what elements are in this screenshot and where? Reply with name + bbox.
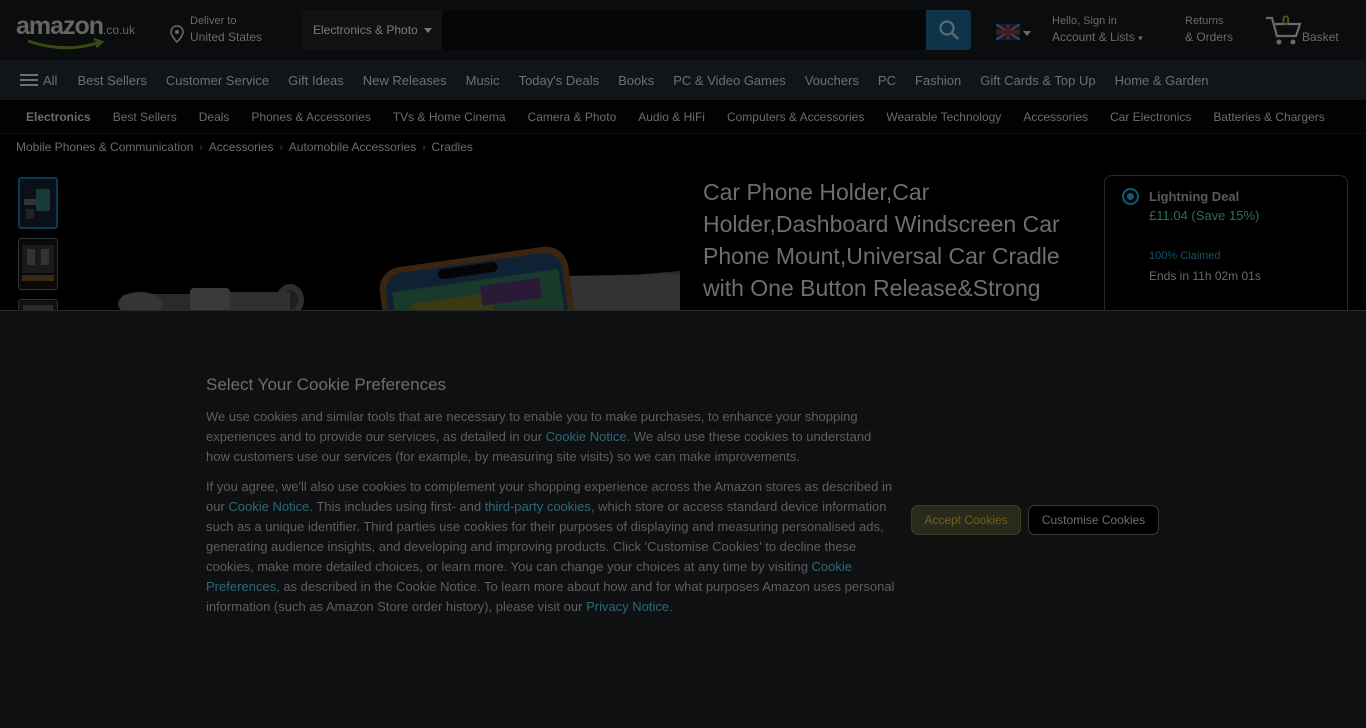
caret-down-icon bbox=[1023, 31, 1031, 36]
thumbnail-image bbox=[19, 239, 57, 289]
cookie-text-block: Select Your Cookie Preferences We use co… bbox=[206, 375, 896, 627]
accept-cookies-button[interactable]: Accept Cookies bbox=[911, 505, 1021, 535]
subnav-item[interactable]: Phones & Accessories bbox=[251, 110, 370, 124]
cookie-notice-link[interactable]: Cookie Notice bbox=[546, 429, 627, 444]
subnav-item[interactable]: Best Sellers bbox=[113, 110, 177, 124]
cookie-notice-link[interactable]: Cookie Notice bbox=[228, 499, 309, 514]
deal-countdown: Ends in 11h 02m 01s bbox=[1149, 269, 1261, 283]
search-bar: Electronics & Photo bbox=[302, 10, 971, 50]
subnav-item[interactable]: Wearable Technology bbox=[886, 110, 1001, 124]
returns-orders[interactable]: Returns & Orders bbox=[1185, 15, 1233, 44]
basket-label: Basket bbox=[1302, 30, 1339, 44]
top-header: amazon.co.uk Deliver to United States El… bbox=[0, 0, 1366, 60]
smile-icon bbox=[27, 38, 105, 50]
customise-cookies-button[interactable]: Customise Cookies bbox=[1028, 505, 1159, 535]
account-lists-label: Account & Lists ▾ bbox=[1052, 30, 1143, 44]
hamburger-icon bbox=[20, 74, 38, 86]
thumbnail-image bbox=[20, 179, 56, 227]
car-phone-holder-image bbox=[118, 246, 680, 311]
cookie-paragraph-2: If you agree, we'll also use cookies to … bbox=[206, 479, 895, 614]
breadcrumb-item[interactable]: Mobile Phones & Communication bbox=[16, 140, 193, 154]
cookie-paragraph-1: We use cookies and similar tools that ar… bbox=[206, 409, 872, 464]
main-nav: All Best Sellers Customer Service Gift I… bbox=[0, 60, 1366, 100]
account-lists[interactable]: Hello, Sign in Account & Lists ▾ bbox=[1052, 15, 1143, 44]
account-greeting: Hello, Sign in bbox=[1052, 15, 1117, 27]
subnav-item[interactable]: Deals bbox=[199, 110, 230, 124]
language-selector[interactable] bbox=[995, 23, 1034, 44]
nav-item[interactable]: PC bbox=[878, 73, 896, 88]
orders-label: & Orders bbox=[1185, 30, 1234, 44]
chevron-right-icon: › bbox=[199, 141, 203, 153]
privacy-notice-link[interactable]: Privacy Notice bbox=[586, 599, 669, 614]
deliver-to[interactable]: Deliver to United States bbox=[170, 15, 290, 45]
basket-button[interactable]: 0 Basket bbox=[1264, 12, 1354, 48]
chevron-right-icon: › bbox=[422, 141, 426, 153]
location-pin-icon bbox=[170, 25, 184, 43]
nav-item[interactable]: Customer Service bbox=[166, 73, 269, 88]
breadcrumb-item[interactable]: Accessories bbox=[209, 140, 274, 154]
amazon-logo[interactable]: amazon.co.uk bbox=[16, 12, 154, 50]
deliver-location: United States bbox=[190, 30, 263, 44]
category-subnav: Electronics Best Sellers Deals Phones & … bbox=[0, 100, 1366, 134]
nav-item[interactable]: Books bbox=[618, 73, 654, 88]
nav-item[interactable]: Vouchers bbox=[805, 73, 859, 88]
nav-item[interactable]: Gift Ideas bbox=[288, 73, 344, 88]
nav-item[interactable]: PC & Video Games bbox=[673, 73, 785, 88]
search-input[interactable] bbox=[442, 10, 926, 50]
subnav-item[interactable]: Batteries & Chargers bbox=[1213, 110, 1324, 124]
nav-item[interactable]: New Releases bbox=[363, 73, 447, 88]
subnav-item[interactable]: Computers & Accessories bbox=[727, 110, 864, 124]
logo-wordmark: amazon bbox=[16, 12, 104, 40]
product-main-image[interactable] bbox=[80, 176, 680, 311]
nav-item[interactable]: Fashion bbox=[915, 73, 961, 88]
cookie-title: Select Your Cookie Preferences bbox=[206, 375, 447, 394]
lightning-deal-label: Lightning Deal bbox=[1149, 189, 1240, 204]
deliver-label: Deliver to bbox=[190, 15, 237, 27]
subnav-item[interactable]: Accessories bbox=[1023, 110, 1088, 124]
nav-item[interactable]: Today's Deals bbox=[519, 73, 600, 88]
search-button[interactable] bbox=[926, 10, 971, 50]
cookie-consent-banner: Select Your Cookie Preferences We use co… bbox=[0, 310, 1366, 728]
nav-item[interactable]: Best Sellers bbox=[77, 73, 146, 88]
product-title: Car Phone Holder,Car Holder,Dashboard Wi… bbox=[703, 179, 1060, 301]
all-menu-button[interactable]: All bbox=[20, 73, 57, 88]
breadcrumb: Mobile Phones & Communication › Accessor… bbox=[16, 140, 473, 154]
subnav-item[interactable]: Camera & Photo bbox=[528, 110, 617, 124]
deal-price: £11.04 (Save 15%) bbox=[1149, 208, 1260, 223]
caret-down-icon bbox=[423, 27, 432, 33]
uk-flag-icon bbox=[995, 23, 1021, 41]
nav-item[interactable]: Music bbox=[466, 73, 500, 88]
search-category-label: Electronics & Photo bbox=[313, 23, 418, 37]
deal-radio[interactable] bbox=[1122, 188, 1139, 205]
product-thumbnail[interactable] bbox=[18, 177, 58, 229]
search-icon bbox=[938, 20, 959, 40]
logo-tld: .co.uk bbox=[103, 23, 136, 37]
nav-item[interactable]: Home & Garden bbox=[1115, 73, 1209, 88]
returns-label: Returns bbox=[1185, 15, 1224, 27]
breadcrumb-item[interactable]: Automobile Accessories bbox=[289, 140, 416, 154]
breadcrumb-item[interactable]: Cradles bbox=[432, 140, 473, 154]
deal-claimed: 100% Claimed bbox=[1149, 250, 1221, 262]
radio-dot-icon bbox=[1127, 193, 1134, 200]
chevron-right-icon: › bbox=[279, 141, 283, 153]
subnav-item[interactable]: Electronics bbox=[26, 110, 91, 124]
subnav-item[interactable]: TVs & Home Cinema bbox=[393, 110, 506, 124]
nav-item[interactable]: Gift Cards & Top Up bbox=[980, 73, 1095, 88]
subnav-item[interactable]: Car Electronics bbox=[1110, 110, 1191, 124]
product-thumbnail[interactable] bbox=[18, 238, 58, 290]
search-category-dropdown[interactable]: Electronics & Photo bbox=[302, 10, 442, 50]
all-label: All bbox=[43, 72, 58, 88]
subnav-item[interactable]: Audio & HiFi bbox=[638, 110, 705, 124]
basket-count: 0 bbox=[1282, 12, 1290, 28]
third-party-cookies-link[interactable]: third-party cookies bbox=[485, 499, 591, 514]
